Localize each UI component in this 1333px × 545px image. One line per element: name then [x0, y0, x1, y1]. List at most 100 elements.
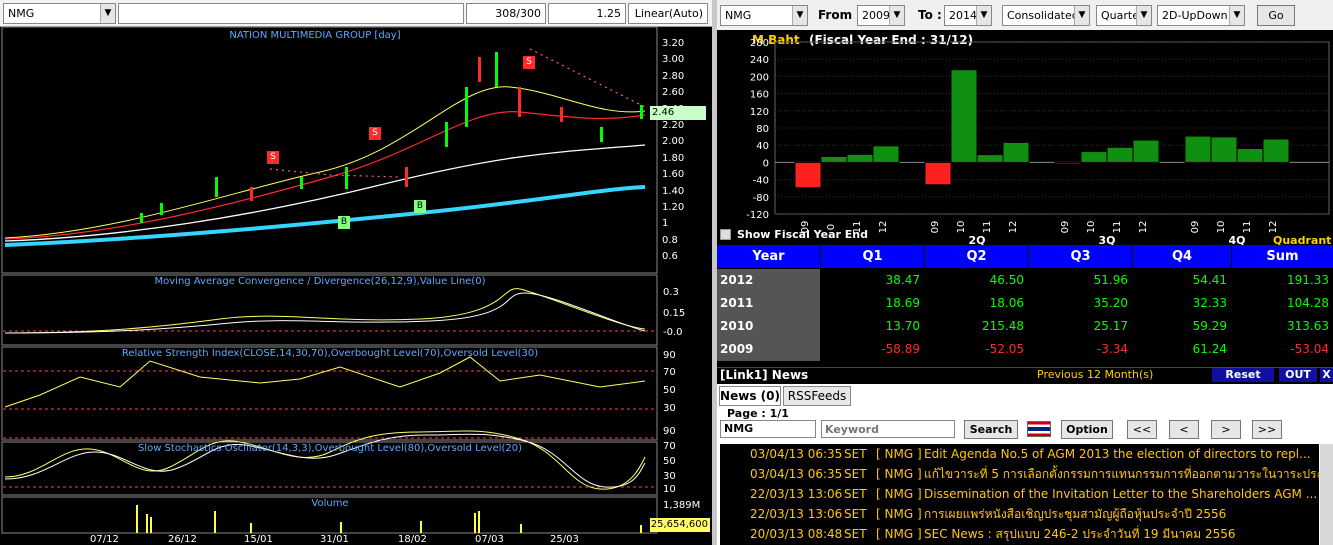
parabolic-sar-dots [269, 48, 646, 178]
chevron-down-icon[interactable]: ▼ [889, 6, 904, 25]
thai-flag-icon[interactable] [1027, 421, 1051, 437]
grid-cell-q4: 32.33 [1133, 292, 1231, 315]
bar [976, 154, 1004, 163]
prev-page-button[interactable]: < [1169, 420, 1199, 439]
news-date: 20/03/13 08:48 [750, 527, 843, 541]
date-tick: 25/03 [550, 534, 579, 545]
grid-cell-sum: 191.33 [1232, 269, 1333, 292]
last-volume-label: 25,654,600 [650, 518, 710, 532]
volume-bar [640, 525, 642, 533]
stoch-tick: 30 [663, 471, 676, 482]
bar [1132, 139, 1160, 163]
col-q1-header: Q1 [821, 245, 924, 268]
candle [600, 127, 603, 142]
search-button[interactable]: Search [964, 420, 1018, 439]
chart-symbol-select[interactable]: NMG ▼ [3, 3, 116, 24]
go-button[interactable]: Go [1257, 5, 1295, 26]
volume-bar [474, 513, 476, 533]
close-icon[interactable]: X [1320, 368, 1333, 382]
bar [794, 161, 822, 189]
news-item[interactable]: 22/03/13 13:06 SET [ NMG ] Dissemination of… [726, 484, 1326, 504]
out-button[interactable]: OUT [1279, 368, 1317, 382]
bar [1054, 161, 1082, 165]
view-select[interactable]: 2D-UpDown ▼ [1157, 5, 1245, 26]
price-tick: 2.20 [662, 120, 685, 131]
chart-toolbar: NMG ▼ 308/300 1.25 Linear(Auto) [0, 0, 712, 27]
first-page-button[interactable]: << [1127, 420, 1157, 439]
chevron-down-icon[interactable]: ▼ [792, 6, 807, 25]
technical-chart-panel: NMG ▼ 308/300 1.25 Linear(Auto) NATION M… [0, 0, 712, 545]
rsi-pane-border [1, 346, 658, 441]
news-src: SET [844, 527, 867, 541]
news-src: SET [844, 447, 867, 461]
buy-signal-marker: B [338, 216, 350, 229]
x-tick-label: 09 [1060, 221, 1071, 234]
price-tick: 1.80 [662, 152, 685, 164]
news-item[interactable]: 20/03/13 08:48 SET [ NMG ] SEC News : สรุปแ… [726, 524, 1326, 544]
bar [872, 145, 900, 163]
volume-bar [214, 511, 216, 533]
rsi-line [4, 356, 646, 408]
financials-panel: NMG ▼ From : 2009 ▼ To : 2014 ▼ Consolid… [717, 0, 1333, 545]
scale-mode-field[interactable]: Linear(Auto) [628, 3, 708, 24]
volume-bar [250, 523, 252, 533]
price-tick: 1.40 [662, 185, 685, 197]
option-button[interactable]: Option [1061, 420, 1113, 439]
chart-info-field [118, 3, 464, 24]
candle [300, 177, 303, 189]
candle [445, 122, 448, 147]
volume-bar [340, 522, 342, 533]
show-fiscal-checkbox[interactable] [720, 229, 731, 240]
x-tick-label: 09 [1190, 221, 1201, 234]
statement-select[interactable]: Consolidated ▼ [1002, 5, 1090, 26]
chevron-down-icon[interactable]: ▼ [976, 6, 991, 25]
x-tick-label: 11 [1112, 221, 1123, 234]
news-text: แก้ไขวาระที่ 5 การเลือกตั้งกรรมการแทนกรร… [924, 467, 1326, 481]
price-tick: 2.00 [662, 136, 685, 148]
chevron-down-icon[interactable]: ▼ [100, 4, 115, 23]
y-tick-label: 40 [756, 141, 769, 152]
x-tick-label: 12 [1138, 221, 1149, 234]
from-year-select[interactable]: 2009 ▼ [857, 5, 905, 26]
chevron-down-icon[interactable]: ▼ [1136, 6, 1151, 25]
candle [160, 203, 163, 215]
stoch-tick: 50 [663, 456, 676, 467]
volume-bar [420, 521, 422, 533]
grid-row: 2009 -58.89 -52.05 -3.34 61.24 -53.04 [717, 338, 1333, 361]
next-page-button[interactable]: > [1211, 420, 1241, 439]
news-item[interactable]: 22/03/13 13:06 SET [ NMG ] การเผยแพร่หนังสื… [726, 504, 1326, 524]
tab-rssfeeds[interactable]: RSSFeeds [783, 386, 851, 406]
fin-symbol-select[interactable]: NMG ▼ [720, 5, 808, 26]
chevron-down-icon[interactable]: ▼ [1074, 6, 1089, 25]
y-tick-label: 200 [750, 72, 769, 83]
news-symbol-input[interactable]: NMG [720, 420, 816, 438]
grid-cell-q4: 61.24 [1133, 338, 1231, 361]
news-text: Dissemination of the Invitation Letter t… [924, 487, 1318, 501]
chevron-down-icon[interactable]: ▼ [1229, 6, 1244, 25]
bar [924, 161, 952, 186]
stoch-tick: 10 [663, 484, 676, 495]
news-list: 03/04/13 06:35 SET[ NMG ] Edit Agenda No.5… [720, 444, 1326, 545]
grid-row: 2010 13.70 215.48 25.17 59.29 313.63 [717, 315, 1333, 338]
x-tick-label: 12 [878, 221, 889, 234]
tab-news[interactable]: News (0) [719, 386, 781, 406]
ma-short-line [4, 111, 646, 240]
keyword-input[interactable] [821, 420, 955, 438]
last-page-button[interactable]: >> [1252, 420, 1282, 439]
to-year-select[interactable]: 2014 ▼ [944, 5, 992, 26]
news-item[interactable]: 03/04/13 06:35 SET [ NMG ] Edit Agenda No.5… [726, 444, 1326, 464]
col-year-header: Year [717, 245, 820, 268]
date-tick: 07/12 [90, 534, 119, 545]
news-item[interactable]: 03/04/13 06:35 SET [ NMG ] แก้ไขวาระที่ 5 ก… [726, 464, 1326, 484]
news-scrollbar[interactable] [1320, 444, 1333, 545]
price-tick: 1 [662, 218, 669, 230]
bar [1002, 141, 1030, 163]
period-select[interactable]: Quarter ▼ [1096, 5, 1152, 26]
to-year-value: 2014 [949, 9, 977, 22]
bar [1236, 147, 1264, 163]
rsi-tick: 50 [663, 385, 676, 396]
reset-button[interactable]: Reset [1212, 368, 1274, 382]
grid-cell-q2: 215.48 [925, 315, 1028, 338]
grid-cell-sum: 313.63 [1232, 315, 1333, 338]
grid-cell-q2: 46.50 [925, 269, 1028, 292]
